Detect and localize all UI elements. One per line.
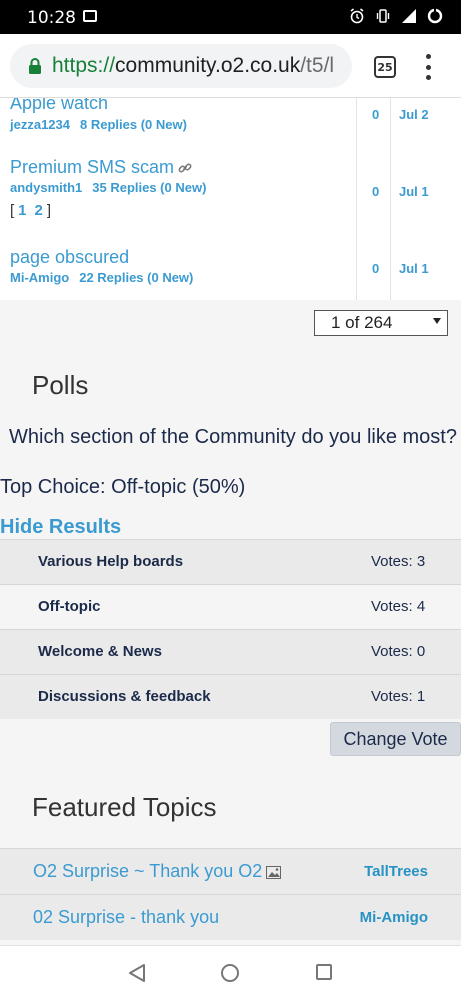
back-icon[interactable] xyxy=(128,963,146,983)
featured-topics-list: O2 Surprise ~ Thank you O2 TallTrees 02 … xyxy=(0,848,461,940)
url-bar[interactable]: https://community.o2.co.uk/t5/l xyxy=(10,44,352,88)
featured-topic-title[interactable]: O2 Surprise ~ Thank you O2 xyxy=(33,861,282,882)
poll-results: Various Help boards Votes: 3 Off-topic V… xyxy=(0,539,461,719)
topic-title-text: Premium SMS scam xyxy=(10,157,175,177)
page-select[interactable]: 1 of 264 xyxy=(314,310,448,336)
image-icon xyxy=(266,865,282,879)
page-link-1[interactable]: 1 xyxy=(18,202,26,219)
topic-author[interactable]: Mi-Amigo xyxy=(10,270,69,285)
poll-option-label: Various Help boards xyxy=(38,553,184,570)
topic-meta: Mi-Amigo 22 Replies (0 New) xyxy=(10,270,193,285)
bracket-open: [ xyxy=(10,202,15,219)
featured-heading: Featured Topics xyxy=(32,792,217,822)
topic-replies[interactable]: 22 Replies (0 New) xyxy=(79,270,193,285)
link-icon xyxy=(178,163,192,173)
poll-option-votes: Votes: 0 xyxy=(371,643,426,660)
featured-topic-row: O2 Surprise ~ Thank you O2 TallTrees xyxy=(0,848,461,894)
page-link-2[interactable]: 2 xyxy=(35,202,43,219)
signal-icon xyxy=(402,9,416,23)
column-divider xyxy=(356,98,357,300)
topic-date[interactable]: Jul 1 xyxy=(399,261,429,276)
featured-topic-author[interactable]: TallTrees xyxy=(364,863,428,880)
tab-switcher-button[interactable]: 25 xyxy=(374,56,396,78)
featured-topic-author[interactable]: Mi-Amigo xyxy=(360,909,428,926)
poll-top-choice: Top Choice: Off-topic (50%) xyxy=(0,476,246,498)
featured-topic-title[interactable]: 02 Surprise - thank you xyxy=(33,907,219,928)
topic-meta: andysmith1 35 Replies (0 New) xyxy=(10,180,206,195)
alarm-icon xyxy=(350,8,364,24)
topic-pages: [1 2] xyxy=(10,202,51,219)
topic-title[interactable]: Premium SMS scam xyxy=(10,157,192,178)
topic-replies[interactable]: 35 Replies (0 New) xyxy=(92,180,206,195)
poll-option-label: Discussions & feedback xyxy=(38,688,211,705)
poll-option-row: Discussions & feedback Votes: 1 xyxy=(0,674,461,719)
lock-icon xyxy=(29,58,41,74)
topic-date[interactable]: Jul 1 xyxy=(399,184,429,199)
topic-title[interactable]: Apple watch xyxy=(10,98,108,114)
page-content: Apple watch jezza1234 8 Replies (0 New) 0… xyxy=(0,98,461,945)
topic-count: 0 xyxy=(372,184,380,199)
poll-option-votes: Votes: 4 xyxy=(371,598,426,615)
recents-icon[interactable] xyxy=(316,964,332,980)
topic-author[interactable]: andysmith1 xyxy=(10,180,82,195)
polls-heading: Polls xyxy=(32,370,89,400)
topic-count: 0 xyxy=(372,261,380,276)
url-path: /t5/l xyxy=(300,54,335,77)
hide-results-link[interactable]: Hide Results xyxy=(0,516,121,539)
poll-option-votes: Votes: 3 xyxy=(371,553,426,570)
poll-option-row: Various Help boards Votes: 3 xyxy=(0,539,461,584)
topic-list: Apple watch jezza1234 8 Replies (0 New) 0… xyxy=(0,98,461,300)
status-bar: 10:28 xyxy=(0,0,461,34)
topic-count: 0 xyxy=(372,107,380,122)
topic-date[interactable]: Jul 2 xyxy=(399,107,429,122)
chevron-down-icon xyxy=(433,318,441,324)
image-icon xyxy=(83,10,97,22)
vibrate-icon xyxy=(376,9,390,23)
featured-topic-title-text: O2 Surprise ~ Thank you O2 xyxy=(33,861,263,881)
overflow-menu-icon[interactable] xyxy=(422,54,434,80)
browser-toolbar: https://community.o2.co.uk/t5/l 25 xyxy=(0,34,461,98)
status-time: 10:28 xyxy=(27,8,76,28)
featured-topic-row: 02 Surprise - thank you Mi-Amigo xyxy=(0,894,461,940)
url-scheme: https:// xyxy=(52,54,116,77)
url-text: https://community.o2.co.uk/t5/l xyxy=(52,54,334,78)
topic-title[interactable]: page obscured xyxy=(10,247,129,268)
topic-replies[interactable]: 8 Replies (0 New) xyxy=(80,117,187,132)
battery-icon xyxy=(427,8,443,24)
poll-option-votes: Votes: 1 xyxy=(371,688,426,705)
system-nav-bar xyxy=(0,945,461,999)
poll-option-row: Welcome & News Votes: 0 xyxy=(0,629,461,674)
page-select-value: 1 of 264 xyxy=(331,313,393,332)
home-icon[interactable] xyxy=(221,964,239,982)
change-vote-button[interactable]: Change Vote xyxy=(330,722,461,756)
poll-option-row: Off-topic Votes: 4 xyxy=(0,584,461,629)
poll-option-label: Welcome & News xyxy=(38,643,162,660)
poll-question: Which section of the Community do you li… xyxy=(9,426,457,448)
url-host: community.o2.co.uk xyxy=(115,54,301,77)
column-divider xyxy=(390,98,391,300)
poll-option-label: Off-topic xyxy=(38,598,101,615)
topic-author[interactable]: jezza1234 xyxy=(10,117,70,132)
bracket-close: ] xyxy=(46,202,52,219)
topic-meta: jezza1234 8 Replies (0 New) xyxy=(10,117,187,132)
